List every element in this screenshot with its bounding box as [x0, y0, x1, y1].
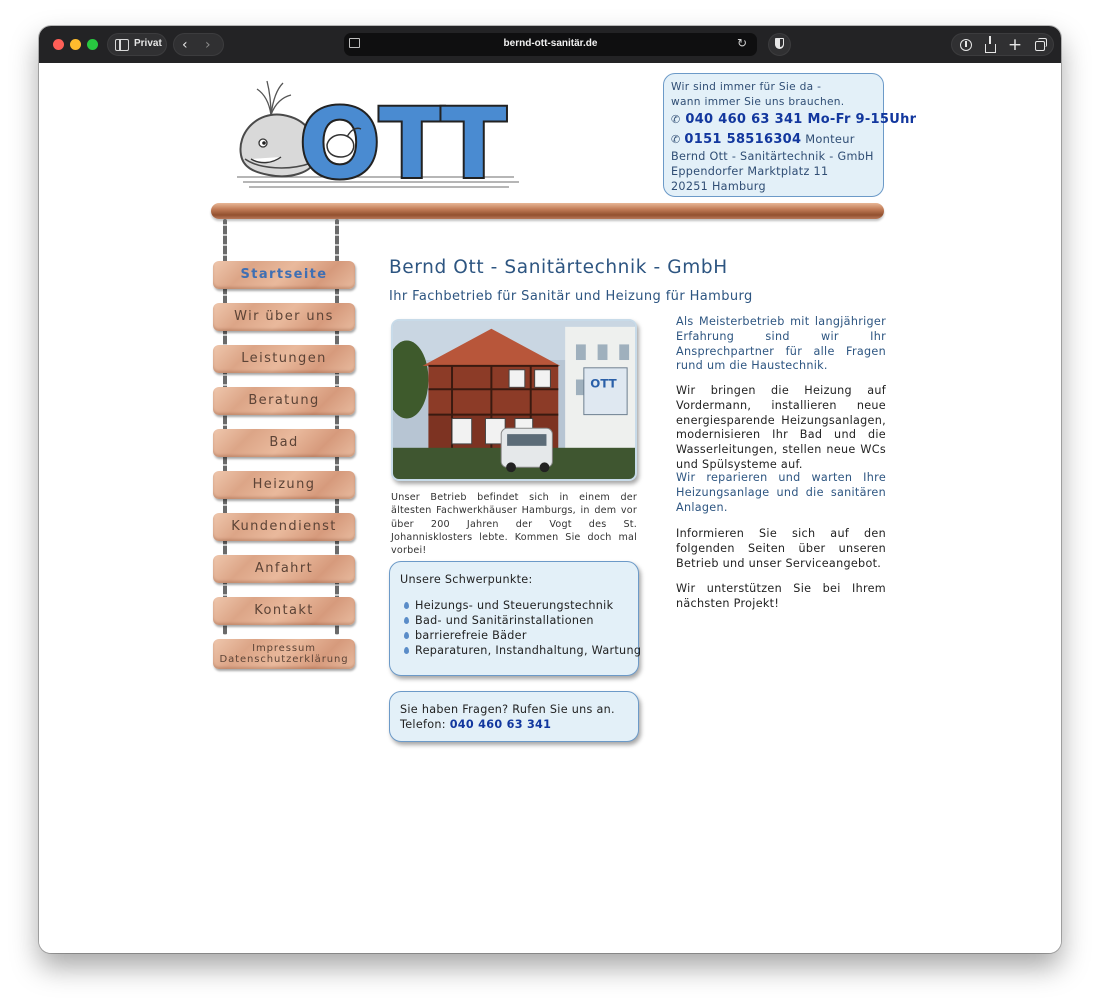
building-photo: OTT — [391, 319, 637, 481]
close-window-button[interactable] — [53, 39, 64, 50]
company-name: Bernd Ott - Sanitärtechnik - GmbH — [671, 150, 874, 163]
sidebar-navigation: Startseite Wir über uns Leistungen Berat… — [213, 219, 359, 669]
privacy-report-button[interactable] — [768, 33, 791, 56]
list-item-text: Heizungs- und Steuerungstechnik — [415, 599, 614, 612]
water-drop-icon — [404, 602, 409, 609]
private-mode-label: Privat — [134, 38, 162, 49]
focus-areas-title: Unsere Schwerpunkte: — [400, 573, 533, 586]
availability-line-1: Wir sind immer für Sie da - — [671, 81, 822, 93]
web-page: O T T Wir sind immer für Sie da - wann i… — [39, 63, 1061, 953]
availability-line-2: wann immer Sie uns brauchen. — [671, 96, 845, 108]
url-text: bernd-ott-sanitär.de — [503, 38, 598, 49]
copper-pipe-divider — [211, 203, 884, 219]
list-item-text: Bad- und Sanitärinstallationen — [415, 614, 594, 627]
nav-item-bad[interactable]: Bad — [213, 429, 355, 457]
water-drop-icon — [404, 617, 409, 624]
office-hours: Mo-Fr 9-15Uhr — [807, 112, 917, 127]
address-bar[interactable]: bernd-ott-sanitär.de ↻ — [344, 33, 757, 56]
nav-item-heizung[interactable]: Heizung — [213, 471, 355, 499]
mobile-phone-role: Monteur — [805, 132, 855, 146]
shield-icon — [775, 38, 784, 49]
tab-overview-icon — [1035, 38, 1047, 51]
nav-item-impressum[interactable]: Impressum Datenschutzerklärung — [213, 639, 355, 669]
ott-logo[interactable]: O T T — [229, 73, 529, 193]
questions-box: Sie haben Fragen? Rufen Sie uns an. Tele… — [389, 691, 639, 742]
nav-item-datenschutz-label: Datenschutzerklärung — [219, 654, 349, 665]
forward-button[interactable]: › — [205, 36, 211, 54]
nav-item-startseite[interactable]: Startseite — [213, 261, 355, 289]
contact-info-box: Wir sind immer für Sie da - wann immer S… — [663, 73, 916, 197]
browser-toolbar: Privat ‹ › bernd-ott-sanitär.de ↻ + — [39, 26, 1061, 63]
phone-icon: ✆ — [671, 133, 681, 146]
new-tab-button[interactable]: + — [1004, 36, 1026, 54]
nav-item-beratung[interactable]: Beratung — [213, 387, 355, 415]
sidebar-toggle-button[interactable]: Privat — [107, 33, 167, 56]
support-paragraph: Wir unterstützen Sie bei Ihrem nächsten … — [676, 582, 886, 610]
questions-phone-line: Telefon: 040 460 63 341 — [400, 717, 628, 732]
zoom-window-button[interactable] — [87, 39, 98, 50]
list-item: barrierefreie Bäder — [400, 628, 628, 643]
browser-window: Privat ‹ › bernd-ott-sanitär.de ↻ + T T … — [39, 26, 1061, 953]
nav-item-kontakt[interactable]: Kontakt — [213, 597, 355, 625]
water-drop-icon — [404, 632, 409, 639]
history-navigation: ‹ › — [173, 33, 224, 56]
focus-areas-box: Unsere Schwerpunkte: Heizungs- und Steue… — [389, 561, 641, 676]
share-icon — [984, 36, 996, 53]
toolbar-actions: + — [951, 33, 1054, 56]
list-item: Bad- und Sanitärinstallationen — [400, 613, 628, 628]
photo-sign-text: OTT — [590, 376, 616, 390]
page-subtitle: Ihr Fachbetrieb für Sanitär und Heizung … — [389, 289, 753, 304]
water-drop-icon — [404, 647, 409, 654]
nav-item-anfahrt[interactable]: Anfahrt — [213, 555, 355, 583]
phone-icon: ✆ — [671, 113, 681, 126]
page-title: Bernd Ott - Sanitärtechnik - GmbH — [389, 257, 728, 278]
minimize-window-button[interactable] — [70, 39, 81, 50]
share-button[interactable] — [979, 36, 1001, 54]
sidebar-icon — [115, 39, 129, 51]
photo-caption: Unser Betrieb befindet sich in einem der… — [391, 492, 637, 557]
tab-overview-button[interactable] — [1029, 36, 1051, 54]
list-item-text: barrierefreie Bäder — [415, 629, 527, 642]
list-item: Heizungs- und Steuerungstechnik — [400, 598, 628, 613]
svg-text:T: T — [441, 88, 506, 193]
info-paragraph: Informieren Sie sich auf den folgenden S… — [676, 527, 886, 570]
nav-item-kundendienst[interactable]: Kundendienst — [213, 513, 355, 541]
downloads-button[interactable] — [955, 36, 977, 54]
city-address: 20251 Hamburg — [671, 180, 766, 193]
reload-icon[interactable]: ↻ — [737, 36, 747, 50]
services-paragraph: Wir bringen die Heizung auf Vordermann, … — [676, 384, 886, 471]
list-item: Reparaturen, Instandhaltung, Wartung — [400, 643, 641, 658]
questions-text: Sie haben Fragen? Rufen Sie uns an. — [400, 703, 615, 716]
questions-phone-number[interactable]: 040 460 63 341 — [450, 718, 552, 731]
phone-label: Telefon: — [400, 718, 446, 731]
nav-item-wir-ueber-uns[interactable]: Wir über uns — [213, 303, 355, 331]
intro-paragraph: Als Meisterbetrieb mit langjähriger Erfa… — [676, 315, 886, 373]
download-icon — [960, 39, 972, 51]
nav-item-impressum-label: Impressum — [252, 643, 316, 654]
mobile-phone-line: ✆ 0151 58516304 Monteur — [671, 130, 876, 149]
maintenance-paragraph: Wir reparieren und warten Ihre Heizungsa… — [676, 471, 886, 514]
main-phone-number[interactable]: 040 460 63 341 — [685, 112, 802, 127]
street-address: Eppendorfer Marktplatz 11 — [671, 165, 829, 178]
svg-text:T: T — [379, 88, 444, 193]
main-phone-line: ✆ 040 460 63 341 Mo-Fr 9-15Uhr — [671, 110, 916, 130]
nav-item-leistungen[interactable]: Leistungen — [213, 345, 355, 373]
mobile-phone-number[interactable]: 0151 58516304 — [684, 132, 801, 147]
back-button[interactable]: ‹ — [182, 36, 188, 54]
list-item-text: Reparaturen, Instandhaltung, Wartung — [415, 644, 642, 657]
